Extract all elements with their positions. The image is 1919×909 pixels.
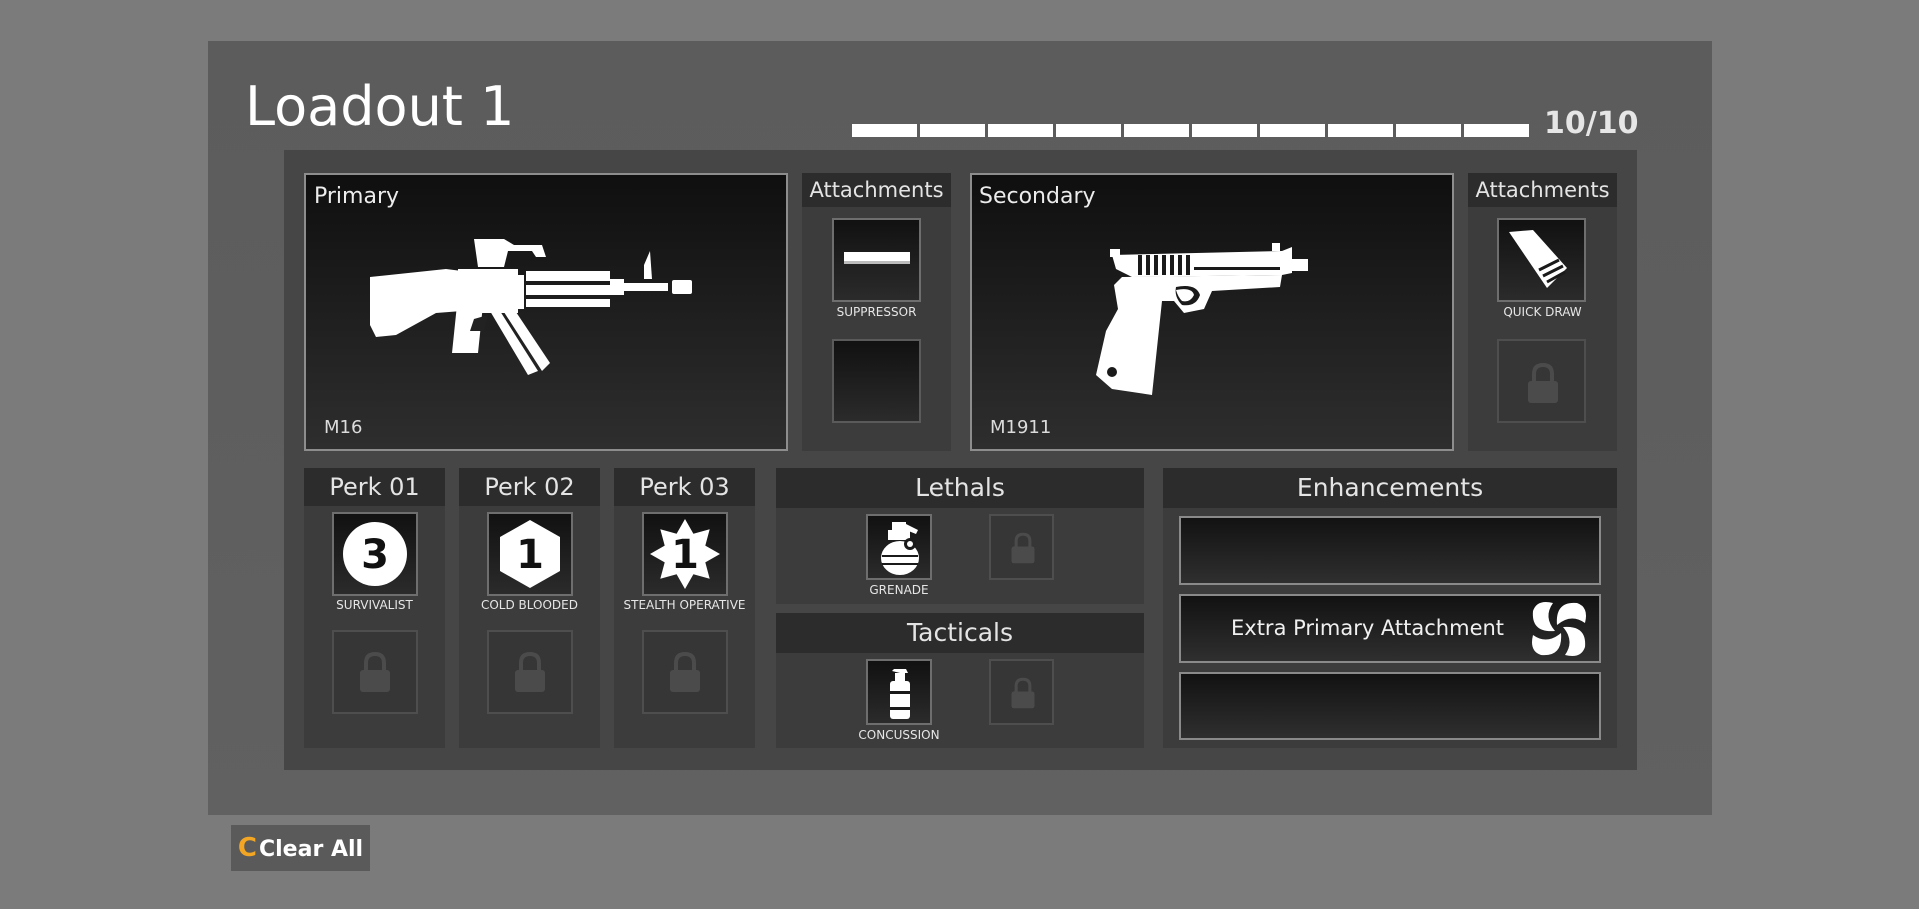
lock-icon xyxy=(1010,677,1036,709)
primary-attachments-header: Attachments xyxy=(802,173,951,207)
lethals-panel: Lethals xyxy=(776,468,1144,604)
secondary-weapon-slot[interactable]: Secondary M1911 xyxy=(970,173,1454,451)
enhancements-header: Enhancements xyxy=(1163,468,1617,508)
perk-slot-3[interactable]: 1 xyxy=(642,512,728,596)
clear-all-label: Clear All xyxy=(259,837,364,862)
points-segment xyxy=(1192,124,1257,137)
pistol-icon xyxy=(1092,235,1342,395)
perk-badge: 3 xyxy=(361,532,389,578)
secondary-attachment-slot-2-locked[interactable] xyxy=(1497,339,1586,423)
points-segment xyxy=(1124,124,1189,137)
perk-badge: 1 xyxy=(671,532,699,578)
perk-label: SURVIVALIST xyxy=(336,598,413,612)
pinwheel-icon xyxy=(1526,598,1592,660)
points-segment xyxy=(1396,124,1461,137)
suppressor-icon xyxy=(844,252,910,266)
enhancement-2-label: Extra Primary Attachment xyxy=(1231,616,1505,640)
assault-rifle-icon xyxy=(366,235,736,375)
perk-slot-2[interactable]: 1 xyxy=(487,512,573,596)
secondary-attachments-header: Attachments xyxy=(1468,173,1617,207)
grenade-icon xyxy=(878,520,922,576)
points-segment xyxy=(988,124,1053,137)
clear-key-hint: C xyxy=(237,833,257,863)
perk-slot-2-locked[interactable] xyxy=(487,630,573,714)
loadout-title: Loadout 1 xyxy=(245,75,515,138)
lethals-header: Lethals xyxy=(776,468,1144,508)
clear-all-button[interactable]: CClear All xyxy=(231,825,370,871)
points-counter: 10/10 xyxy=(1544,106,1639,141)
secondary-label: Secondary xyxy=(979,184,1096,209)
primary-weapon-name: M16 xyxy=(324,417,363,438)
primary-label: Primary xyxy=(314,184,400,209)
perk-header: Perk 01 xyxy=(304,468,445,506)
quick-draw-icon xyxy=(1505,226,1579,294)
lethal-1-label: GRENADE xyxy=(869,583,929,597)
lock-icon xyxy=(1526,363,1560,403)
perk-label: COLD BLOODED xyxy=(480,598,578,612)
perk-header: Perk 03 xyxy=(614,468,755,506)
points-segment xyxy=(1464,124,1529,137)
lock-icon xyxy=(668,652,702,692)
tactical-slot-2-locked[interactable] xyxy=(989,659,1054,725)
concussion-icon xyxy=(886,667,914,721)
lethal-slot-2-locked[interactable] xyxy=(989,514,1054,580)
perk-header: Perk 02 xyxy=(459,468,600,506)
tactical-1-label: CONCUSSION xyxy=(858,728,940,742)
enhancement-slot-2[interactable]: Extra Primary Attachment xyxy=(1179,594,1601,663)
perk-badge: 1 xyxy=(516,532,544,578)
lethal-slot-1[interactable] xyxy=(866,514,932,580)
points-segment xyxy=(1328,124,1393,137)
perk-label: STEALTH OPERATIVE xyxy=(623,598,746,612)
secondary-attachment-1-label: QUICK DRAW xyxy=(1503,305,1582,319)
points-segment xyxy=(852,124,917,137)
enhancement-slot-3[interactable] xyxy=(1179,672,1601,740)
points-segment xyxy=(1056,124,1121,137)
points-segment xyxy=(920,124,985,137)
primary-attachment-1-label: SUPPRESSOR xyxy=(836,305,917,319)
perk-slot-3-locked[interactable] xyxy=(642,630,728,714)
perk-slot-1-locked[interactable] xyxy=(332,630,418,714)
primary-attachment-slot-1[interactable] xyxy=(832,218,921,302)
primary-attachment-slot-2[interactable] xyxy=(832,339,921,423)
cold-blooded-icon: 1 xyxy=(494,518,566,590)
secondary-attachment-slot-1[interactable] xyxy=(1497,218,1586,302)
tactical-slot-1[interactable] xyxy=(866,659,932,725)
points-segment xyxy=(1260,124,1325,137)
secondary-weapon-name: M1911 xyxy=(990,417,1052,438)
tacticals-header: Tacticals xyxy=(776,613,1144,653)
lock-icon xyxy=(513,652,547,692)
stealth-operative-icon: 1 xyxy=(649,518,721,590)
survivalist-icon: 3 xyxy=(339,518,411,590)
tacticals-panel: Tacticals xyxy=(776,613,1144,748)
primary-weapon-slot[interactable]: Primary M16 xyxy=(304,173,788,451)
perk-slot-1[interactable]: 3 xyxy=(332,512,418,596)
lock-icon xyxy=(358,652,392,692)
lock-icon xyxy=(1010,532,1036,564)
enhancement-slot-1[interactable] xyxy=(1179,516,1601,585)
